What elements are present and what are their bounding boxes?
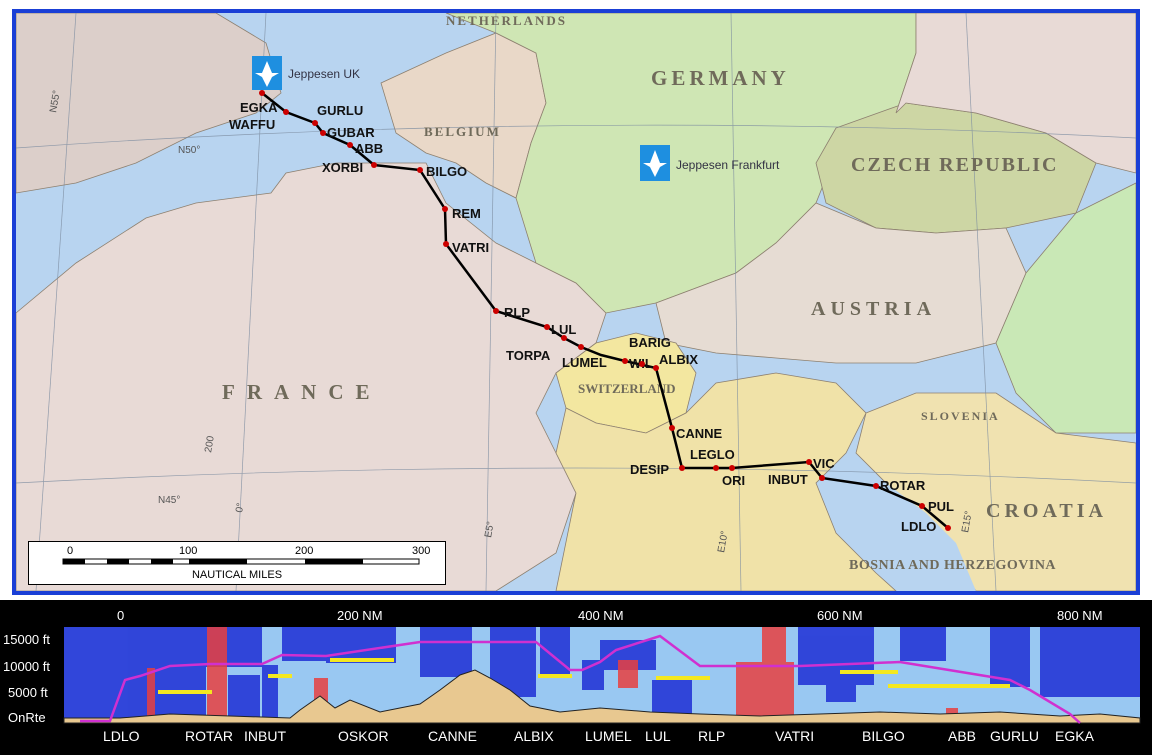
altitude-label: 15000 ft [3, 632, 50, 647]
waypoint-marker-waffu[interactable] [283, 109, 289, 115]
profile-waypoint-label: CANNE [428, 728, 477, 744]
profile-waypoint-label: OSKOR [338, 728, 389, 744]
waypoint-marker-xorbi[interactable] [371, 162, 377, 168]
country-label-france: FRANCE [222, 380, 382, 404]
waypoint-label-bilgo[interactable]: BILGO [426, 164, 467, 179]
waypoint-label-xorbi[interactable]: XORBI [322, 160, 363, 175]
waypoint-label-pul[interactable]: PUL [928, 499, 954, 514]
country-label-belgium: BELGIUM [424, 124, 501, 139]
waypoint-marker-inbut[interactable] [819, 475, 825, 481]
scale-unit-label: NAUTICAL MILES [191, 569, 283, 581]
profile-waypoint-label: LUMEL [585, 728, 632, 744]
altitude-label: 5000 ft [8, 685, 48, 700]
distance-label: 0 [117, 608, 124, 623]
waypoint-label-lumel[interactable]: LUMEL [562, 355, 607, 370]
waypoint-marker-canne[interactable] [669, 425, 675, 431]
country-label-netherlands: NETHERLANDS [446, 13, 567, 28]
waypoint-marker-ldlo[interactable] [945, 525, 951, 531]
waypoint-label-inbut[interactable]: INBUT [768, 472, 808, 487]
map-canvas: N55° N50° N45° 0° E5° E10° E15° 200 NETH… [16, 13, 1136, 591]
country-label-slovenia: SLOVENIA [921, 409, 1000, 423]
route-map[interactable]: N55° N50° N45° 0° E5° E10° E15° 200 NETH… [12, 9, 1140, 595]
waypoint-label-gubar[interactable]: GUBAR [327, 125, 375, 140]
profile-waypoint-label: INBUT [244, 728, 286, 744]
distance-label: 600 NM [817, 608, 863, 623]
waypoint-marker-egka[interactable] [259, 90, 265, 96]
office-label-frankfurt: Jeppesen Frankfurt [676, 158, 780, 172]
waypoint-marker-rlp[interactable] [493, 308, 499, 314]
profile-waypoint-label: RLP [698, 728, 725, 744]
waypoint-marker-barig[interactable] [639, 361, 645, 367]
waypoint-marker-abb[interactable] [347, 142, 353, 148]
waypoint-label-gurlu[interactable]: GURLU [317, 103, 363, 118]
waypoint-label-rlp[interactable]: RLP [504, 305, 530, 320]
waypoint-label-albix[interactable]: ALBIX [659, 352, 698, 367]
distance-label: 200 NM [337, 608, 383, 623]
profile-waypoint-label: ROTAR [185, 728, 233, 744]
scale-bar: 0 100 200 300 NAUTICAL MILES [28, 541, 446, 585]
waypoint-marker-rotar[interactable] [873, 483, 879, 489]
waypoint-marker-vatri[interactable] [443, 241, 449, 247]
altitude-label: 10000 ft [3, 659, 50, 674]
profile-waypoint-label: VATRI [775, 728, 814, 744]
waypoint-label-leglo[interactable]: LEGLO [690, 447, 735, 462]
waypoint-label-barig[interactable]: BARIG [629, 335, 671, 350]
waypoint-label-egka[interactable]: EGKA [240, 100, 278, 115]
waypoint-marker-desip[interactable] [679, 465, 685, 471]
waypoint-label-rem[interactable]: REM [452, 206, 481, 221]
waypoint-label-waffu[interactable]: WAFFU [229, 117, 275, 132]
country-label-croatia: CROATIA [986, 500, 1107, 522]
altitude-label: OnRte [8, 710, 46, 725]
country-label-bosnia: BOSNIA AND HERZEGOVINA [849, 558, 1056, 573]
waypoint-marker-torpa[interactable] [561, 335, 567, 341]
country-label-austria: AUSTRIA [811, 298, 936, 320]
profile-waypoint-label: BILGO [862, 728, 905, 744]
grid-label-n45: N45° [158, 495, 180, 506]
waypoint-marker-gubar[interactable] [320, 130, 326, 136]
waypoint-marker-wil[interactable] [622, 358, 628, 364]
grid-label-n50: N50° [178, 145, 200, 156]
profile-waypoint-label: ABB [948, 728, 976, 744]
distance-label: 400 NM [578, 608, 624, 623]
distance-label: 800 NM [1057, 608, 1103, 623]
waypoint-label-torpa[interactable]: TORPA [506, 348, 551, 363]
profile-waypoint-label: LDLO [103, 728, 140, 744]
waypoint-marker-lumel[interactable] [578, 344, 584, 350]
waypoint-label-ldlo[interactable]: LDLO [901, 519, 936, 534]
waypoint-marker-vic[interactable] [806, 459, 812, 465]
waypoint-marker-rem[interactable] [442, 206, 448, 212]
waypoint-label-canne[interactable]: CANNE [676, 426, 723, 441]
country-label-czech: CZECH REPUBLIC [851, 154, 1058, 176]
waypoint-label-vatri[interactable]: VATRI [452, 240, 489, 255]
waypoint-marker-gurlu[interactable] [312, 120, 318, 126]
profile-waypoint-label: GURLU [990, 728, 1039, 744]
office-label-uk: Jeppesen UK [288, 67, 360, 81]
profile-waypoint-label: ALBIX [514, 728, 554, 744]
waypoint-label-abb[interactable]: ABB [355, 141, 383, 156]
waypoint-marker-pul[interactable] [919, 503, 925, 509]
waypoint-label-desip[interactable]: DESIP [630, 462, 669, 477]
grid-label-e0: 0° [234, 502, 246, 513]
profile-waypoint-label: LUL [645, 728, 671, 744]
country-label-germany: GERMANY [651, 66, 790, 90]
waypoint-label-lul[interactable]: LUL [551, 322, 576, 337]
profile-canvas: 0 200 NM 400 NM 600 NM 800 NM 15000 ft 1… [3, 608, 1141, 744]
waypoint-marker-leglo[interactable] [729, 465, 735, 471]
profile-waypoint-label: EGKA [1055, 728, 1095, 744]
vertical-profile[interactable]: 0 200 NM 400 NM 600 NM 800 NM 15000 ft 1… [0, 600, 1152, 755]
waypoint-label-rotar[interactable]: ROTAR [880, 478, 926, 493]
waypoint-marker-ori[interactable] [713, 465, 719, 471]
waypoint-marker-lul[interactable] [544, 324, 550, 330]
waypoint-label-ori[interactable]: ORI [722, 473, 745, 488]
waypoint-marker-bilgo[interactable] [417, 167, 423, 173]
waypoint-label-vic[interactable]: VIC [813, 456, 835, 471]
